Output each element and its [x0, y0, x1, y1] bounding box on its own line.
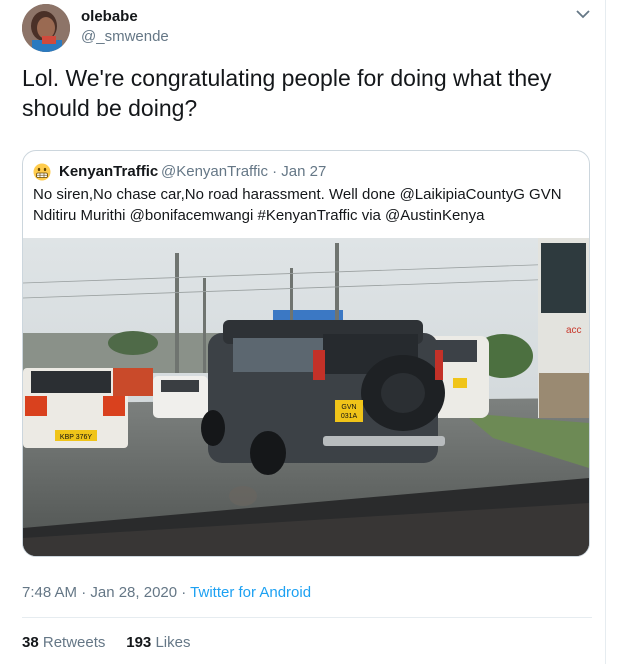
- quoted-tweet[interactable]: KenyanTraffic @KenyanTraffic · Jan 27 No…: [22, 150, 590, 557]
- retweets-count: 38: [22, 634, 39, 651]
- retweets-label: Retweets: [42, 634, 106, 651]
- quoted-author-name: KenyanTraffic: [59, 163, 159, 180]
- quoted-media-photo[interactable]: KBP 376Y GVN 031A acc: [23, 238, 589, 556]
- svg-text:031A: 031A: [341, 413, 358, 420]
- avatar[interactable]: [22, 4, 70, 52]
- grimacing-face-emoji-icon: [33, 163, 51, 181]
- divider: [22, 617, 592, 618]
- likes-count: 193: [126, 634, 152, 651]
- chevron-down-icon[interactable]: [575, 8, 591, 20]
- likes-stat[interactable]: 193 Likes: [126, 634, 190, 651]
- tweet-source-link[interactable]: Twitter for Android: [190, 584, 311, 601]
- svg-text:GVN: GVN: [341, 404, 356, 411]
- tweet-card: olebabe @_smwende Lol. We're congratulat…: [0, 0, 617, 664]
- retweets-stat[interactable]: 38 Retweets: [22, 634, 105, 651]
- author-handle[interactable]: @_smwende: [81, 28, 169, 45]
- truck-label-text: acc: [566, 325, 582, 336]
- quoted-tweet-text: No siren,No chase car,No road harassment…: [33, 186, 562, 224]
- tweet-text: Lol. We're congratulating people for doi…: [22, 65, 552, 121]
- tweet-timestamp[interactable]: 7:48 AM · Jan 28, 2020 ·: [22, 584, 190, 601]
- likes-label: Likes: [155, 634, 191, 651]
- tweet-stats: 38 Retweets 193 Likes: [22, 634, 190, 651]
- left-plate-text: KBP 376Y: [60, 434, 93, 441]
- timeline-border: [605, 0, 606, 664]
- author-display-name[interactable]: olebabe: [81, 8, 138, 25]
- quoted-author-handle-date: @KenyanTraffic · Jan 27: [161, 163, 327, 180]
- tweet-meta: 7:48 AM · Jan 28, 2020 · Twitter for And…: [22, 584, 311, 601]
